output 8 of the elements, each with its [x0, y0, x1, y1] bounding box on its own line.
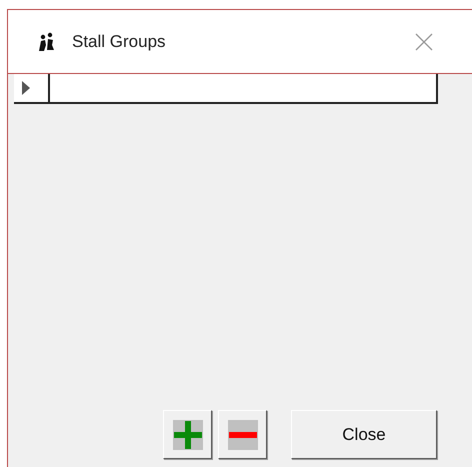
minus-icon [228, 420, 258, 450]
figures-icon [36, 32, 56, 52]
close-icon[interactable] [415, 33, 433, 51]
close-button[interactable]: Close [291, 410, 437, 459]
remove-button[interactable] [218, 410, 267, 459]
window-title: Stall Groups [72, 32, 166, 52]
add-button[interactable] [163, 410, 212, 459]
plus-icon [172, 420, 202, 450]
